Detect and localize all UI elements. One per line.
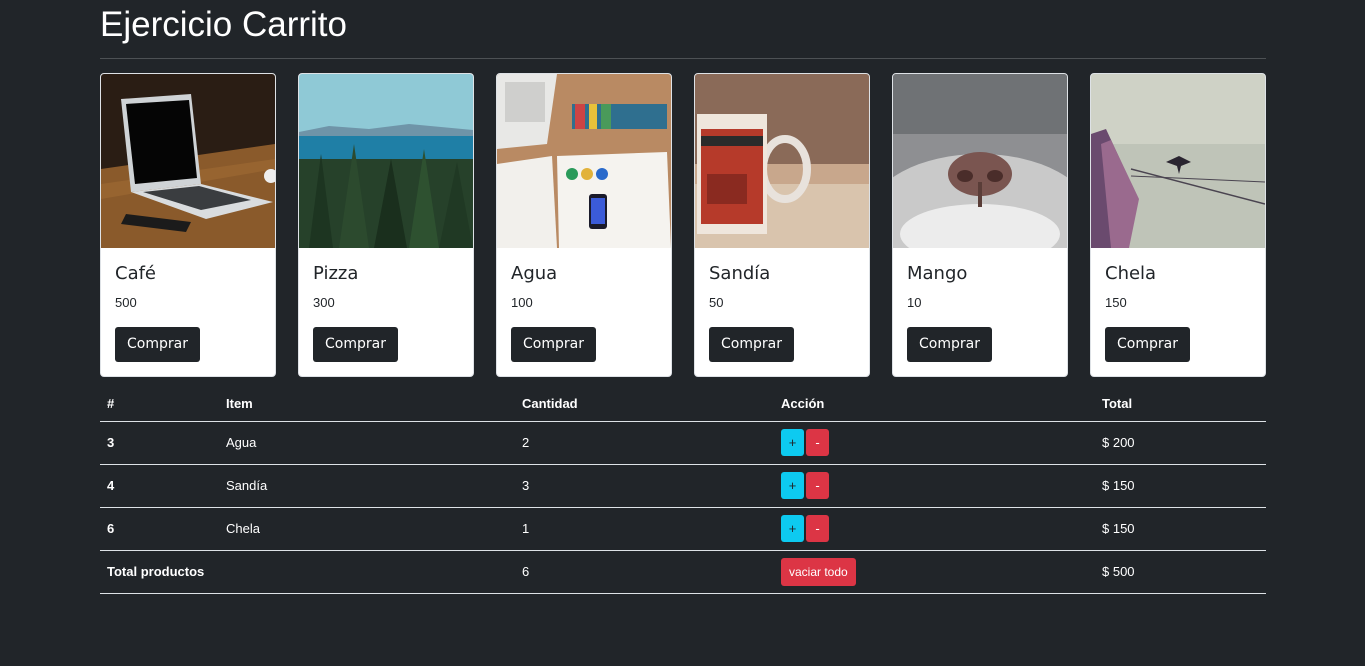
product-price: 100 xyxy=(511,295,533,310)
product-name: Café xyxy=(115,263,157,284)
row-item: Chela xyxy=(219,507,515,551)
product-name: Chela xyxy=(1105,263,1157,284)
header-item: Item xyxy=(219,386,515,422)
row-item: Sandía xyxy=(219,464,515,508)
table-row: 6 Chela 1 + - $ 150 xyxy=(100,507,1266,551)
product-price: 150 xyxy=(1105,295,1127,310)
product-card: Pizza 300 Comprar xyxy=(298,73,474,377)
product-card: Chela 150 Comprar xyxy=(1090,73,1266,377)
clear-cell: vaciar todo xyxy=(774,550,1095,594)
row-qty: 2 xyxy=(515,421,774,465)
product-image xyxy=(695,74,869,248)
cart-table: # Item Cantidad Acción Total 3 Agua 2 + -… xyxy=(100,386,1266,594)
header-total: Total xyxy=(1095,386,1266,422)
product-card: Sandía 50 Comprar xyxy=(694,73,870,377)
row-total: $ 200 xyxy=(1095,421,1266,465)
table-row: 3 Agua 2 + - $ 200 xyxy=(100,421,1266,465)
row-id: 6 xyxy=(100,507,219,551)
grand-total: $ 500 xyxy=(1095,550,1266,594)
page-title: Ejercicio Carrito xyxy=(100,5,347,44)
product-card: Café 500 Comprar xyxy=(100,73,276,377)
decrease-button[interactable]: - xyxy=(806,429,829,456)
page-container: Ejercicio Carrito Café 500 Comprar Pizza… xyxy=(100,0,1266,594)
increase-button[interactable]: + xyxy=(781,429,804,456)
product-name: Sandía xyxy=(709,263,771,284)
title-divider xyxy=(100,58,1266,59)
total-qty: 6 xyxy=(515,550,774,594)
product-image xyxy=(1091,74,1265,248)
buy-button[interactable]: Comprar xyxy=(1105,327,1190,362)
product-image xyxy=(101,74,275,248)
total-products-label: Total productos xyxy=(100,550,515,594)
buy-button[interactable]: Comprar xyxy=(709,327,794,362)
product-price: 10 xyxy=(907,295,922,310)
product-image xyxy=(299,74,473,248)
row-actions: + - xyxy=(774,421,1095,465)
row-actions: + - xyxy=(774,464,1095,508)
product-card: Mango 10 Comprar xyxy=(892,73,1068,377)
increase-button[interactable]: + xyxy=(781,515,804,542)
buy-button[interactable]: Comprar xyxy=(313,327,398,362)
buy-button[interactable]: Comprar xyxy=(115,327,200,362)
row-total: $ 150 xyxy=(1095,507,1266,551)
table-row: 4 Sandía 3 + - $ 150 xyxy=(100,464,1266,508)
cart-footer-row: Total productos 6 vaciar todo $ 500 xyxy=(100,550,1266,594)
header-action: Acción xyxy=(774,386,1095,422)
row-item: Agua xyxy=(219,421,515,465)
row-qty: 3 xyxy=(515,464,774,508)
increase-button[interactable]: + xyxy=(781,472,804,499)
product-card: Agua 100 Comprar xyxy=(496,73,672,377)
decrease-button[interactable]: - xyxy=(806,472,829,499)
decrease-button[interactable]: - xyxy=(806,515,829,542)
row-id: 4 xyxy=(100,464,219,508)
header-id: # xyxy=(100,386,219,422)
product-name: Pizza xyxy=(313,263,359,284)
cart-header-row: # Item Cantidad Acción Total xyxy=(100,386,1266,422)
row-qty: 1 xyxy=(515,507,774,551)
product-price: 500 xyxy=(115,295,137,310)
product-price: 50 xyxy=(709,295,724,310)
product-image xyxy=(497,74,671,248)
buy-button[interactable]: Comprar xyxy=(511,327,596,362)
product-name: Mango xyxy=(907,263,968,284)
product-name: Agua xyxy=(511,263,558,284)
product-image xyxy=(893,74,1067,248)
clear-cart-button[interactable]: vaciar todo xyxy=(781,557,856,586)
buy-button[interactable]: Comprar xyxy=(907,327,992,362)
row-id: 3 xyxy=(100,421,219,465)
row-total: $ 150 xyxy=(1095,464,1266,508)
product-grid: Café 500 Comprar Pizza 300 Comprar Agua … xyxy=(100,73,1266,377)
row-actions: + - xyxy=(774,507,1095,551)
product-price: 300 xyxy=(313,295,335,310)
header-qty: Cantidad xyxy=(515,386,774,422)
